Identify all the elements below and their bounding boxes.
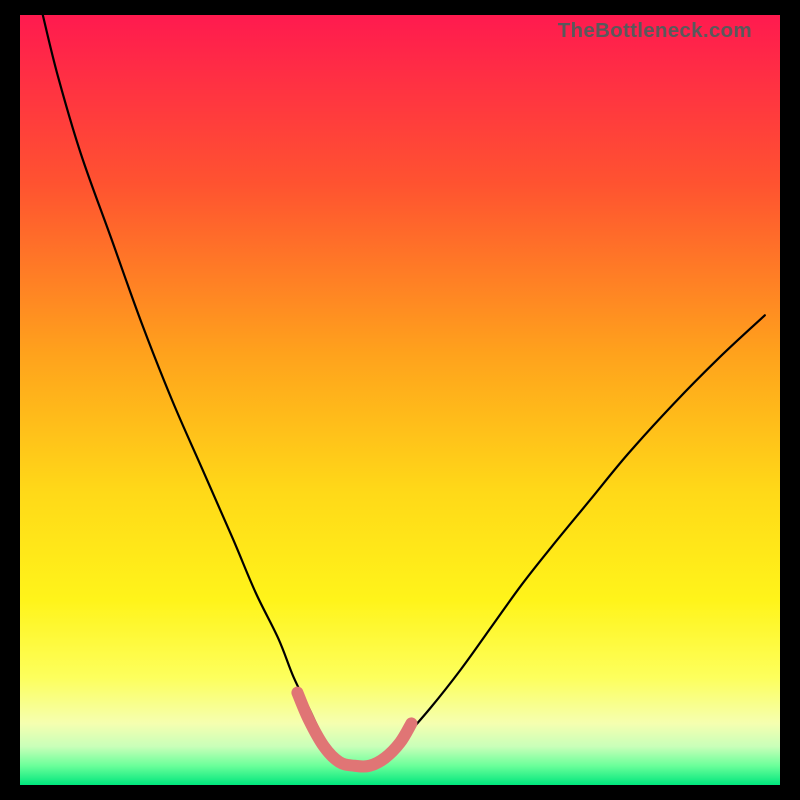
bottleneck-chart — [20, 15, 780, 785]
chart-frame: TheBottleneck.com — [20, 15, 780, 785]
gradient-background — [20, 15, 780, 785]
watermark-text: TheBottleneck.com — [558, 19, 752, 43]
